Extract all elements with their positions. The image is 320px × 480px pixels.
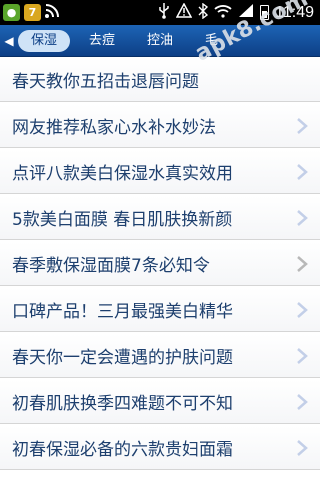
tab-oil-control[interactable]: 控油 (134, 30, 186, 52)
usb-icon (158, 2, 170, 23)
chevron-right-icon (297, 347, 308, 364)
wifi-icon (214, 3, 232, 22)
chevron-right-icon (297, 439, 308, 456)
list-item-title: 点评八款美白保湿水真实效用 (12, 164, 233, 184)
status-bar: ● 7 11:49 (0, 0, 320, 25)
chevron-right-icon (297, 255, 308, 272)
signal-icon (238, 3, 254, 22)
list-item[interactable]: 初春保湿必备的六款贵妇面霜 (0, 426, 320, 470)
list-item-title: 初春肌肤换季四难题不可不知 (12, 394, 233, 414)
chevron-right-icon (297, 393, 308, 410)
bluetooth-icon (198, 2, 209, 23)
list-item-title: 网友推荐私家心水补水妙法 (12, 118, 216, 138)
list-item[interactable]: 网友推荐私家心水补水妙法 (0, 104, 320, 148)
list-item-title: 春天你一定会遭遇的护肤问题 (12, 348, 233, 368)
app-notification-icon-2: 7 (24, 4, 41, 21)
list-item[interactable]: 初春肌肤换季四难题不可不知 (0, 380, 320, 424)
tab-scroll-left-icon[interactable]: ◀ (0, 25, 18, 56)
status-time: 11:49 (275, 3, 314, 21)
chevron-right-icon (297, 301, 308, 318)
article-list: 春天教你五招击退唇问题 网友推荐私家心水补水妙法 点评八款美白保湿水真实效用 5… (0, 58, 320, 472)
list-item[interactable]: 5款美白面膜 春日肌肤换新颜 (0, 196, 320, 240)
app-notification-icon: ● (3, 4, 20, 21)
category-tab-bar: ◀ 保湿 去痘 控油 毛 (0, 25, 320, 57)
tab-acne[interactable]: 去痘 (76, 30, 128, 52)
list-item-title: 5款美白面膜 春日肌肤换新颜 (12, 210, 233, 230)
list-item[interactable]: 春季敷保湿面膜7条必知令 (0, 242, 320, 286)
battery-icon (260, 5, 270, 20)
rss-icon (45, 4, 59, 21)
chevron-right-icon (297, 209, 308, 226)
tab-moisturize[interactable]: 保湿 (18, 29, 71, 52)
list-item[interactable]: 点评八款美白保湿水真实效用 (0, 150, 320, 194)
warning-icon (175, 2, 193, 22)
list-item-title: 春天教你五招击退唇问题 (12, 72, 199, 92)
tab-pores[interactable]: 毛 (192, 30, 231, 52)
list-item[interactable]: 春天你一定会遭遇的护肤问题 (0, 334, 320, 378)
chevron-right-icon (297, 163, 308, 180)
chevron-right-icon (297, 117, 308, 134)
list-item-title: 初春保湿必备的六款贵妇面霜 (12, 440, 233, 460)
list-item-title: 口碑产品！三月最强美白精华 (12, 302, 233, 322)
list-item[interactable]: 春天教你五招击退唇问题 (0, 58, 320, 102)
tabs: 保湿 去痘 控油 毛 (18, 29, 320, 52)
list-item[interactable]: 口碑产品！三月最强美白精华 (0, 288, 320, 332)
list-item-title: 春季敷保湿面膜7条必知令 (12, 256, 210, 276)
